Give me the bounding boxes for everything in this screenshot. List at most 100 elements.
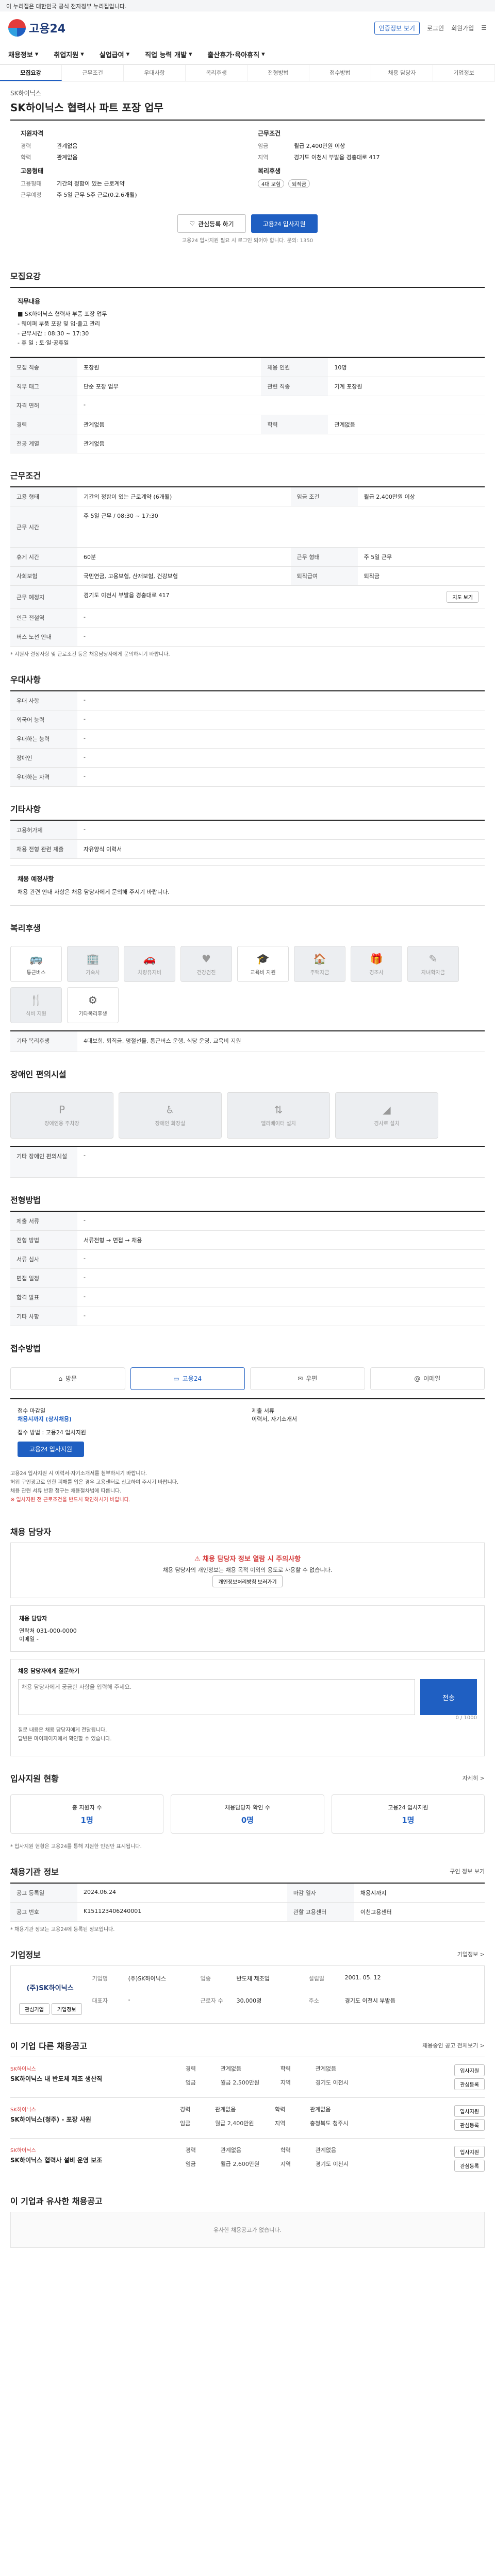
info-more-link[interactable]: 구인 정보 보기 <box>450 1867 485 1875</box>
send-button[interactable]: 전송 <box>420 1679 477 1716</box>
table-value: 기계 포장원 <box>328 377 485 397</box>
tab-company[interactable]: 기업정보 <box>433 65 495 81</box>
company-info-button[interactable]: 기업정보 <box>51 2003 82 2015</box>
menu-icon[interactable]: ☰ <box>481 24 487 31</box>
table-key: 고용 형태 <box>10 487 77 507</box>
tab-recruit[interactable]: 모집요강 <box>0 65 62 81</box>
job-card: SK하이닉스 SK하이닉스 내 반도체 제조 생산직 경력 관계없음 학력 관계없음 임금 월… <box>10 2057 485 2097</box>
welfare-etc: 기타 복리후생 4대보험, 퇴직금, 명절선물, 통근버스 운행, 식당 운영, … <box>10 1030 485 1052</box>
table-row: 인근 전철역 - <box>10 608 485 628</box>
welfare-chip: 4대 보험 <box>258 179 285 188</box>
tile-label: 기숙사 <box>86 970 100 976</box>
tile-label: 기타복리후생 <box>78 1011 107 1017</box>
company-value: - <box>128 1996 130 2003</box>
table-key: 학력 <box>261 415 328 435</box>
table-key: 직무 태그 <box>10 377 77 397</box>
map-button[interactable]: 지도 보기 <box>447 591 478 603</box>
info-note: * 채용기관 정보는 고용24에 등록된 정보입니다. <box>10 1927 115 1933</box>
table-row: 공고 번호 K151123406240001 관할 고용센터 이천고용센터 <box>10 1902 485 1922</box>
nav-item-leave[interactable]: 출산휴가·육아휴직 ▾ <box>207 49 265 59</box>
summary-welfare: 복리후생 4대 보험 퇴직금 <box>258 166 474 199</box>
stats-more-link[interactable]: 자세히 > <box>463 1774 485 1782</box>
method-visit: ⌂ 방문 <box>10 1367 125 1390</box>
privacy-policy-button[interactable]: 개인정보처리방침 보러가기 <box>212 1575 283 1588</box>
tab-apply[interactable]: 접수방법 <box>309 65 371 81</box>
job-title[interactable]: SK하이닉스 협력사 설비 운영 보조 <box>10 2156 102 2164</box>
meta-value: 관계없음 <box>310 2106 331 2113</box>
table-key: 인근 전철역 <box>10 608 77 628</box>
nav-item-support[interactable]: 취업지원 ▾ <box>54 49 84 59</box>
table-value: 관계없음 <box>77 434 485 454</box>
nav-item-unemployment[interactable]: 실업급여 ▾ <box>100 49 129 59</box>
job-apply-button[interactable]: 입사지원 <box>454 2146 485 2158</box>
auth-info-button[interactable]: 인증정보 보기 <box>374 21 420 35</box>
duty-line: - 휴 일 : 토·일·공휴일 <box>18 340 69 347</box>
apply-button[interactable]: 고용24 입사지원 <box>251 214 318 233</box>
info-title: 채용기관 정보 <box>10 1867 59 1877</box>
signup-link[interactable]: 회원가입 <box>451 24 474 32</box>
phone-label: 연락처 <box>19 1628 35 1635</box>
ramp-tile: ◢ 경사로 설치 <box>335 1092 438 1139</box>
list-item: 외국어 능력 - <box>10 710 485 730</box>
welfare-tile: 🏠 주택자금 <box>294 946 345 982</box>
welfare-tile: 🎁 경조사 <box>351 946 402 982</box>
page-title: SK하이닉스 협력사 파트 포장 업무 <box>10 101 163 114</box>
chevron-down-icon: ▾ <box>35 50 39 58</box>
method-label: 고용24 <box>182 1375 202 1383</box>
job-interest-button[interactable]: 관심등록 <box>454 2119 485 2131</box>
restroom-icon: ♿ <box>166 1104 175 1116</box>
job-card: SK하이닉스 SK하이닉스(청주) - 포장 사원 경력 관계없음 학력 관계없음 임금 월급… <box>10 2097 485 2138</box>
elevator-tile: ⇅ 엘리베이터 설치 <box>227 1092 330 1139</box>
table-key: 자격 면허 <box>10 396 77 416</box>
place-label: 접수 방법 <box>18 1429 40 1436</box>
tile-label: 교육비 지원 <box>250 970 276 976</box>
job-apply-button[interactable]: 입사지원 <box>454 2064 485 2077</box>
nav-item-jobs[interactable]: 채용정보 ▾ <box>8 49 38 59</box>
tab-welfare[interactable]: 복리후생 <box>186 65 248 81</box>
company-more-link[interactable]: 기업정보 > <box>457 1950 485 1958</box>
interest-button[interactable]: ♡ 관심등록 하기 <box>177 214 246 233</box>
job-title[interactable]: SK하이닉스(청주) - 포장 사원 <box>10 2115 91 2124</box>
heart-icon: ♡ <box>189 220 195 227</box>
parking-icon: P <box>58 1104 65 1116</box>
job-apply-button[interactable]: 입사지원 <box>454 2105 485 2117</box>
stats-grid: 총 지원자 수 1명 채용담당자 확인 수 0명 고용24 입사지원 1명 <box>10 1789 485 1839</box>
job-info: SK하이닉스 SK하이닉스 협력사 설비 운영 보조 <box>10 2146 102 2172</box>
job-info: SK하이닉스 SK하이닉스 내 반도체 제조 생산직 <box>10 2064 102 2090</box>
meta-key: 경력 <box>180 2106 191 2113</box>
stat-value: 0명 <box>241 1815 254 1825</box>
other-more-link[interactable]: 채용중인 공고 전체보기 > <box>422 2041 485 2049</box>
list-key: 우대하는 자격 <box>10 768 77 787</box>
company-name[interactable]: SK하이닉스 <box>10 89 485 97</box>
section-title-info: 채용기관 정보 구인 정보 보기 <box>10 1865 485 1877</box>
list-value: 서류전형 → 면접 → 채용 <box>84 1236 142 1244</box>
job-company: SK하이닉스 <box>10 2066 36 2073</box>
work-note: * 지원자 결정사항 및 근로조건 등은 채용담당자에게 문의하시기 바랍니다. <box>10 652 170 658</box>
apply-online-button[interactable]: 고용24 입사지원 <box>18 1441 84 1457</box>
tab-preference[interactable]: 우대사항 <box>124 65 186 81</box>
job-interest-button[interactable]: 관심등록 <box>454 2078 485 2091</box>
summary-key: 지역 <box>258 154 269 161</box>
inquiry-notes: 질문 내용은 채용 담당자에게 전달됩니다. 답변은 마이페이지에서 확인할 수… <box>18 1721 477 1749</box>
company-key: 주소 <box>308 1997 319 2004</box>
table-key: 근무 예정지 <box>10 585 77 609</box>
table-key: 모집 직종 <box>10 358 77 378</box>
job-interest-button[interactable]: 관심등록 <box>454 2160 485 2172</box>
warning-title-text: 채용 담당자 정보 열람 시 주의사항 <box>203 1555 301 1563</box>
tile-label: 경사로 설치 <box>374 1121 400 1127</box>
tab-work[interactable]: 근무조건 <box>62 65 124 81</box>
list-value: - <box>84 1255 86 1262</box>
table-value: - <box>77 627 485 647</box>
inquiry-input[interactable] <box>18 1679 415 1716</box>
logo[interactable]: 고용24 <box>8 19 65 37</box>
table-key: 공고 번호 <box>10 1902 77 1922</box>
job-title[interactable]: SK하이닉스 내 반도체 제조 생산직 <box>10 2074 102 2083</box>
tab-selection[interactable]: 전형방법 <box>248 65 309 81</box>
summary-heading: 고용형태 <box>21 167 44 175</box>
nav-item-training[interactable]: 직업 능력 개발 ▾ <box>145 49 192 59</box>
interest-company-button[interactable]: 관심기업 <box>19 2003 50 2015</box>
job-meta: 경력 관계없음 학력 관계없음 임금 월급 2,600만원 지역 경기도 이천시 <box>186 2146 371 2172</box>
list-key: 제출 서류 <box>10 1211 77 1230</box>
tab-contact[interactable]: 채용 담당자 <box>371 65 433 81</box>
login-link[interactable]: 로그인 <box>427 24 444 32</box>
